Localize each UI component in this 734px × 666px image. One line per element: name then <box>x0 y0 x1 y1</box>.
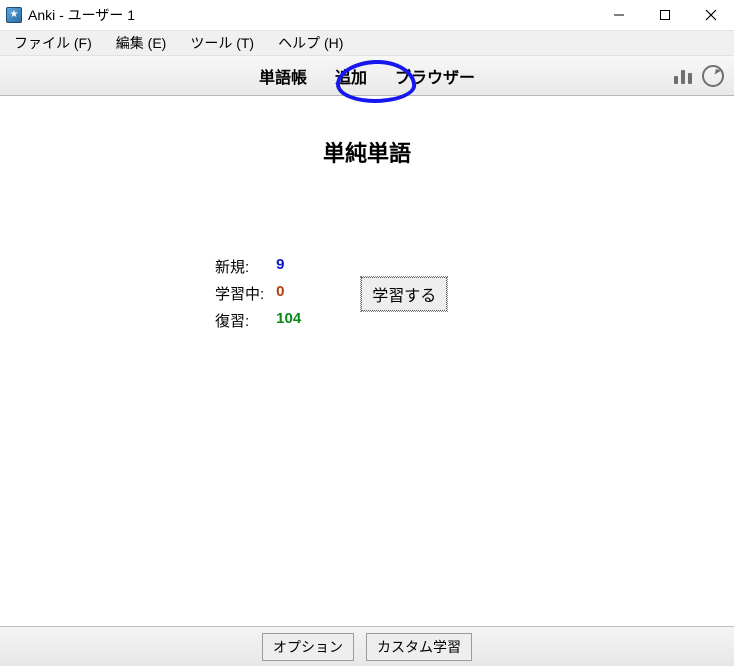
menubar: ファイル (F) 編集 (E) ツール (T) ヘルプ (H) <box>0 30 734 56</box>
custom-study-button[interactable]: カスタム学習 <box>366 633 472 661</box>
menu-edit[interactable]: 編集 (E) <box>106 31 177 55</box>
study-button[interactable]: 学習する <box>361 277 447 311</box>
stats-block: 新規: 9 学習中: 0 復習: 104 学習する <box>215 256 447 331</box>
window-title: Anki - ユーザー 1 <box>28 5 135 25</box>
titlebar: ★ Anki - ユーザー 1 <box>0 0 734 30</box>
count-review: 104 <box>276 310 301 331</box>
label-review: 復習: <box>215 310 264 331</box>
options-button[interactable]: オプション <box>262 633 354 661</box>
close-button[interactable] <box>688 0 734 29</box>
maximize-button[interactable] <box>642 0 688 29</box>
tab-add[interactable]: 追加 <box>335 64 367 88</box>
count-learn: 0 <box>276 283 301 304</box>
minimize-button[interactable] <box>596 0 642 29</box>
label-learn: 学習中: <box>215 283 264 304</box>
toolbar-right-icons <box>674 65 724 87</box>
tab-decks[interactable]: 単語帳 <box>259 64 307 88</box>
stats-table: 新規: 9 学習中: 0 復習: 104 <box>215 256 301 331</box>
tab-browse[interactable]: ブラウザー <box>395 64 475 88</box>
center-tabs: 単語帳 追加 ブラウザー <box>259 64 475 88</box>
count-new: 9 <box>276 256 301 277</box>
label-new: 新規: <box>215 256 264 277</box>
menu-tools[interactable]: ツール (T) <box>180 31 264 55</box>
stats-icon[interactable] <box>674 68 696 84</box>
content: 単純単語 新規: 9 学習中: 0 復習: 104 学習する <box>0 136 734 626</box>
sync-icon[interactable] <box>702 65 724 87</box>
deck-title: 単純単語 <box>0 136 734 168</box>
bottombar: オプション カスタム学習 <box>0 626 734 666</box>
menu-file[interactable]: ファイル (F) <box>4 31 102 55</box>
window-controls <box>596 0 734 29</box>
menu-help[interactable]: ヘルプ (H) <box>268 31 353 55</box>
app-icon: ★ <box>6 7 22 23</box>
toolbar: 単語帳 追加 ブラウザー <box>0 56 734 96</box>
